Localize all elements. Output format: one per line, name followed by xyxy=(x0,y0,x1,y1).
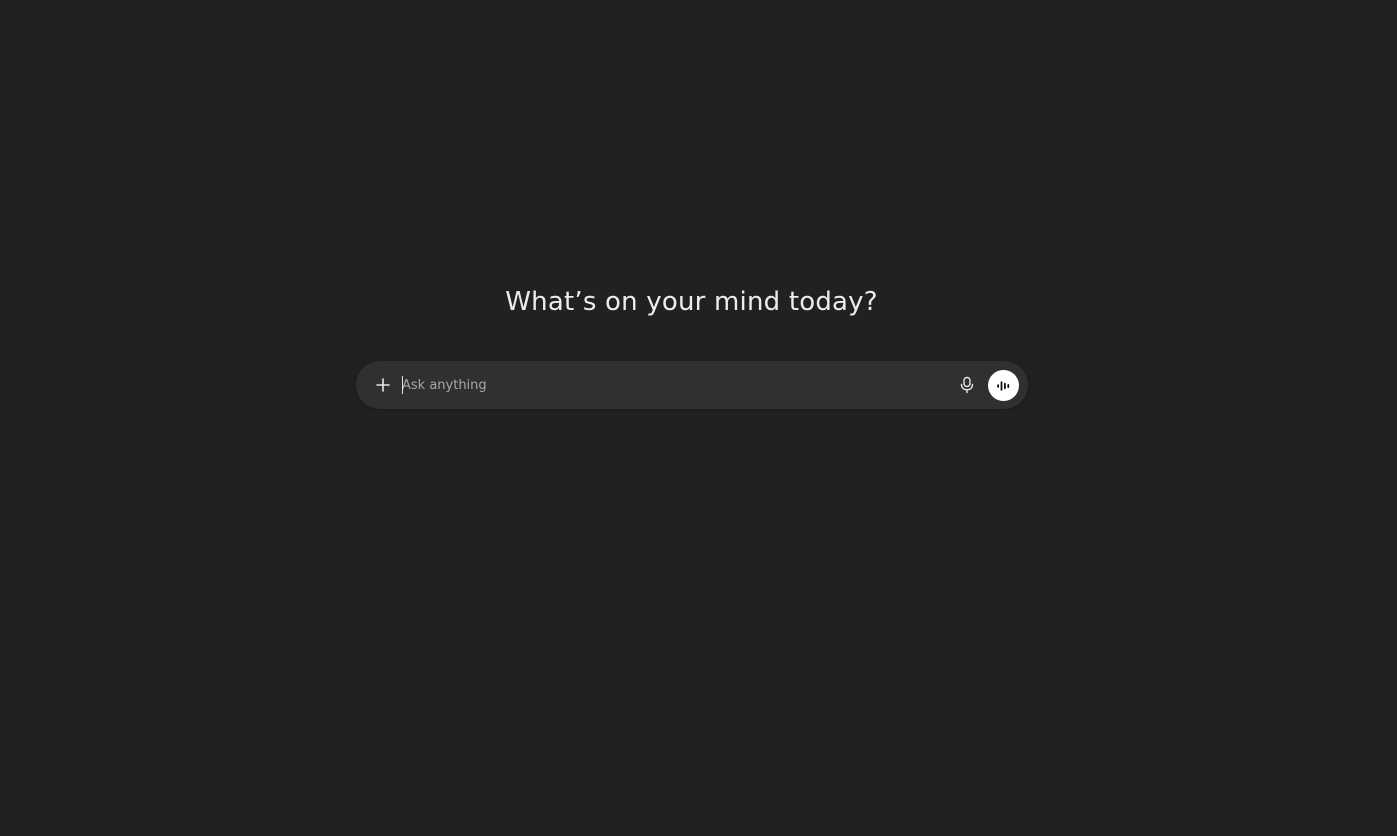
text-caret xyxy=(402,376,403,394)
prompt-input-wrapper xyxy=(402,371,942,399)
prompt-input[interactable] xyxy=(402,371,942,399)
audio-waveform-icon xyxy=(996,380,1009,391)
add-attachment-button[interactable] xyxy=(367,369,399,401)
dictate-button[interactable] xyxy=(952,370,982,400)
chat-composer xyxy=(356,361,1028,409)
microphone-icon xyxy=(960,376,974,394)
page-headline: What’s on your mind today? xyxy=(505,287,878,317)
plus-icon xyxy=(376,378,390,392)
chat-home-page: What’s on your mind today? xyxy=(0,0,1397,836)
voice-mode-button[interactable] xyxy=(988,370,1019,401)
